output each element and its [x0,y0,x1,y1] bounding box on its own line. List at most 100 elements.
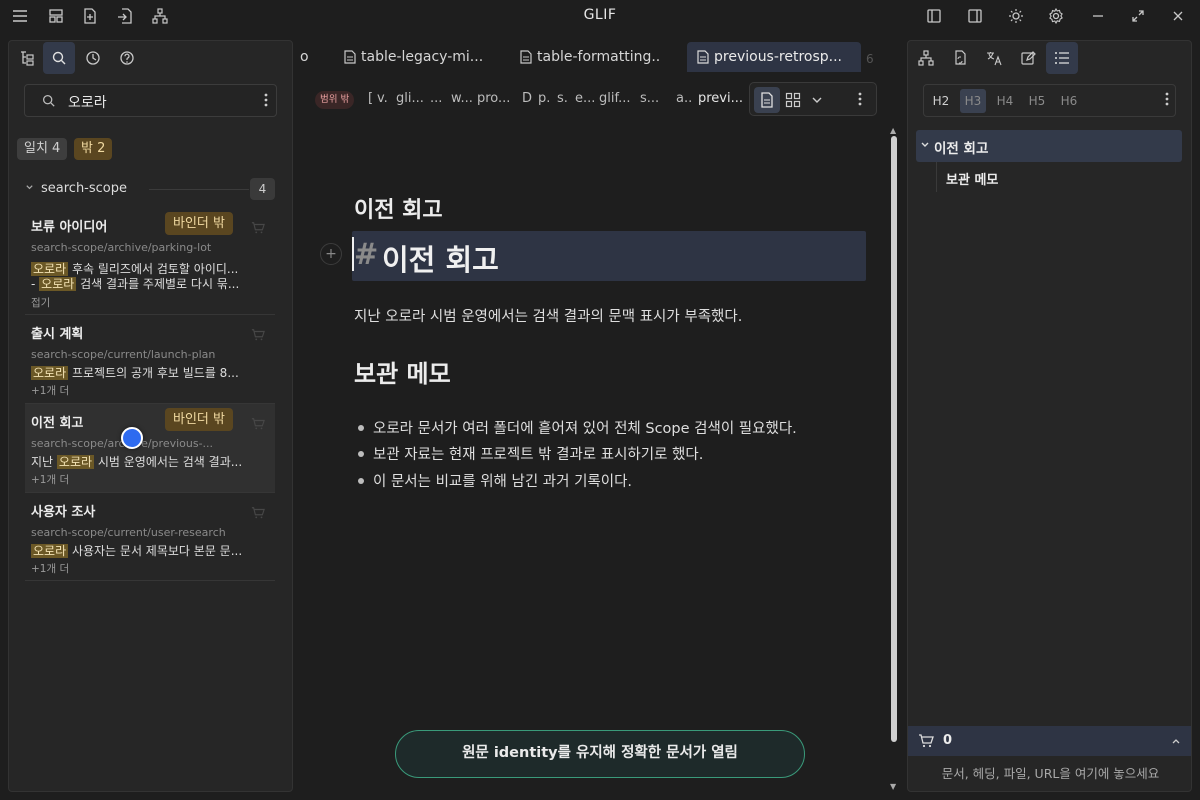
add-to-cart-icon[interactable] [251,506,265,520]
breadcrumb-item[interactable]: a.. [676,91,692,106]
settings-gear-icon[interactable] [1046,6,1066,26]
left-sidebar-tabs [9,41,292,75]
heading-level-h3[interactable]: H3 [960,89,986,113]
breadcrumb-item[interactable]: v. [377,91,388,106]
chevron-down-icon[interactable] [804,87,830,113]
more-matches-link[interactable]: +1개 더 [31,472,69,487]
help-icon-tab[interactable] [111,42,143,74]
breadcrumb-item[interactable]: w... [451,91,473,106]
snippet-text: 프로젝트의 공개 후보 빌드를 8... [68,366,239,380]
graph-tab[interactable] [910,42,942,74]
tab-label: table-legacy-mi... [361,49,484,65]
grid-view-icon[interactable] [780,87,806,113]
snippet-text: 시범 운영에서는 검색 결과... [94,455,243,469]
match-highlight: 오로라 [39,277,77,291]
chevron-up-icon[interactable] [1171,736,1181,746]
history-clock-tab[interactable] [77,42,109,74]
minimize-icon[interactable] [1088,6,1108,26]
tab-label: previous-retrosp... [714,49,843,65]
maximize-icon[interactable] [1128,6,1148,26]
right-sidebar-toggle-icon[interactable] [965,6,985,26]
add-block-button[interactable]: + [320,243,342,265]
tab-overflow-count[interactable]: 6 [866,52,874,66]
import-icon[interactable] [115,6,135,26]
theme-sun-icon[interactable] [1006,6,1026,26]
document-editor[interactable]: 이전 회고 + # 이전 회고 지난 오로라 시범 운영에서는 검색 결과의 문… [300,126,890,746]
outline-item[interactable]: 보관 메모 [916,162,1182,194]
editor-more-kebab-icon[interactable] [858,92,862,106]
outline-tab[interactable] [1046,42,1078,74]
search-field[interactable]: 오로라 [24,84,277,117]
collapse-link[interactable]: 접기 [31,295,50,310]
more-matches-link[interactable]: +1개 더 [31,383,69,398]
breadcrumb-item[interactable]: s. [557,91,568,106]
outside-count-chip[interactable]: 밖 2 [74,138,113,160]
result-group-header[interactable]: search-scope 4 [25,178,275,200]
left-sidebar-toggle-icon[interactable] [924,6,944,26]
match-highlight: 오로라 [31,262,69,276]
breadcrumb-item[interactable]: s... [640,91,659,106]
add-to-cart-icon[interactable] [251,221,265,235]
breadcrumb-item[interactable]: p. [538,91,550,106]
result-path: search-scope/current/launch-plan [31,348,216,361]
new-file-icon[interactable] [80,6,100,26]
tab-label: table-formatting... [537,49,660,65]
tab-table-formatting[interactable]: table-formatting... [520,42,660,72]
left-sidebar: 오로라 일치 4 밖 2 search-scope 4 보류 아이디어 바인더 … [8,40,293,792]
outline-more-kebab-icon[interactable] [1165,92,1169,106]
menu-icon[interactable] [10,6,30,26]
snippet-text: - [31,277,40,291]
bullet-dot [358,425,364,431]
heading-1-block[interactable]: # 이전 회고 [352,231,866,281]
match-highlight: 오로라 [31,366,69,380]
snippet-text: 후속 릴리즈에서 검토할 아이디... [68,262,239,276]
scroll-up-arrow-icon[interactable]: ▲ [890,126,896,135]
heading-marker: # [354,237,379,271]
more-matches-link[interactable]: +1개 더 [31,561,69,576]
tab-truncated[interactable]: o [300,42,310,72]
document-title: 이전 회고 [354,198,443,223]
group-count-badge: 4 [250,178,275,200]
tab-table-legacy[interactable]: table-legacy-mi... [344,42,484,72]
paragraph: 지난 오로라 시범 운영에서는 검색 결과의 문맥 표시가 부족했다. [354,309,743,325]
breadcrumb-item[interactable]: gli... [396,91,424,106]
translate-tab[interactable] [978,42,1010,74]
search-tab[interactable] [43,42,75,74]
file-tree-tab[interactable] [11,42,43,74]
result-title: 이전 회고 [31,416,84,431]
breadcrumb-item[interactable]: e... [575,91,595,106]
add-to-cart-icon[interactable] [251,417,265,431]
bullet-text: 이 문서는 비교를 위해 남긴 과거 기록이다. [373,474,633,490]
breadcrumb-item[interactable]: ... [430,91,442,106]
search-options-kebab-icon[interactable] [264,93,268,107]
drop-zone-hint[interactable]: 문서, 헤딩, 파일, URL을 여기에 놓으세요 [908,763,1191,782]
heading-level-h5[interactable]: H5 [1024,89,1050,113]
breadcrumb-item[interactable]: pro... [477,91,510,106]
heading-level-h6[interactable]: H6 [1056,89,1082,113]
cart-bar[interactable]: 0 [908,726,1191,756]
search-result-item[interactable]: 이전 회고 바인더 밖 search-scope/archive/previou… [25,404,275,493]
heading-level-h4[interactable]: H4 [992,89,1018,113]
add-to-cart-icon[interactable] [251,328,265,342]
document-view-icon[interactable] [754,87,780,113]
scroll-down-arrow-icon[interactable]: ▼ [890,782,896,791]
editor-scrollbar[interactable] [891,136,897,742]
graph-icon[interactable] [150,6,170,26]
breadcrumb-current[interactable]: previ... [698,91,743,106]
breadcrumb-item[interactable]: [ [368,91,373,106]
edit-tab[interactable] [1012,42,1044,74]
search-result-item[interactable]: 출시 계획 search-scope/current/launch-plan 오… [25,315,275,404]
tab-previous-retrospective[interactable]: previous-retrosp... [687,42,861,72]
search-input-value[interactable]: 오로라 [68,92,107,112]
heading-level-h2[interactable]: H2 [928,89,954,113]
breadcrumb-item[interactable]: D [522,91,532,106]
layout-icon[interactable] [46,6,66,26]
match-count-chip[interactable]: 일치 4 [17,138,68,160]
search-result-item[interactable]: 보류 아이디어 바인더 밖 search-scope/archive/parki… [25,208,275,315]
outline-item[interactable]: 이전 회고 [916,130,1182,162]
close-icon[interactable] [1168,6,1188,26]
link-file-tab[interactable] [944,42,976,74]
title-bar: GLIF [0,0,1200,32]
breadcrumb-item[interactable]: glif... [599,91,631,106]
search-result-item[interactable]: 사용자 조사 search-scope/current/user-researc… [25,493,275,581]
